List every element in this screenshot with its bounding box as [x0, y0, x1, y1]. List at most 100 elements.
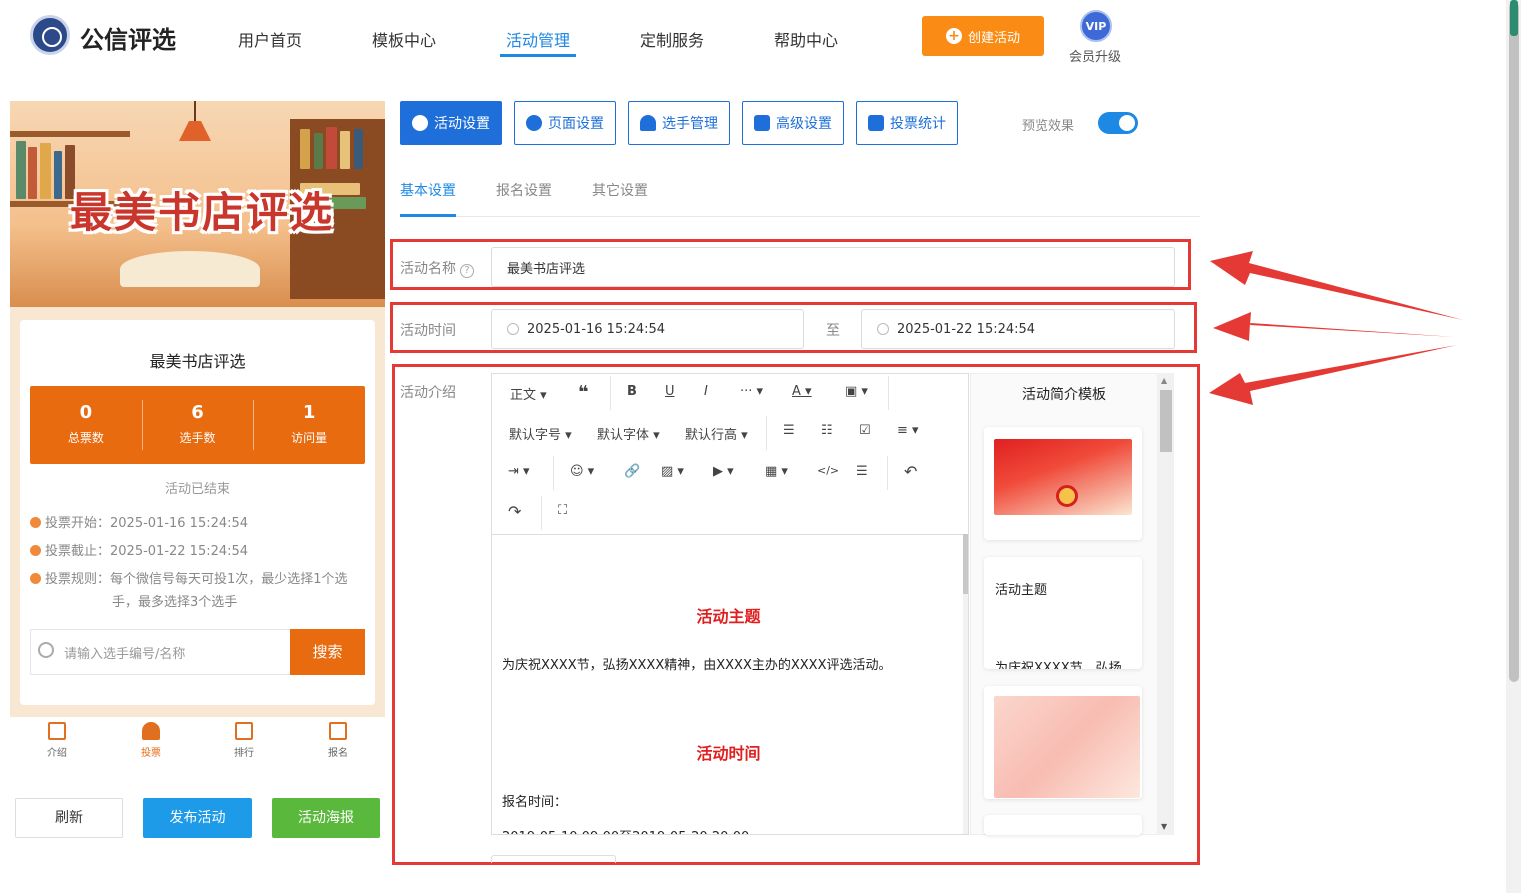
tab-vote[interactable]: 投票 — [121, 722, 181, 759]
font-family-select[interactable]: 默认字体 ▾ — [597, 424, 660, 443]
vip-icon[interactable]: VIP — [1080, 10, 1112, 42]
subtab-other[interactable]: 其它设置 — [592, 180, 648, 200]
video-icon[interactable]: ▶ ▾ — [713, 464, 734, 479]
font-size-select[interactable]: 默认字号 ▾ — [509, 424, 572, 443]
help-icon[interactable]: ? — [460, 264, 474, 278]
image-icon[interactable]: ▨ ▾ — [661, 464, 684, 479]
time-separator: 至 — [826, 323, 840, 339]
template-card[interactable] — [984, 815, 1142, 835]
tab-vote-statistics[interactable]: 投票统计 — [856, 101, 958, 145]
lamp-icon — [179, 101, 211, 141]
nav-home[interactable]: 用户首页 — [238, 27, 302, 51]
clock-icon — [30, 517, 41, 528]
stats-panel: 0 总票数 6 选手数 1 访问量 — [30, 386, 365, 464]
todo-list-icon[interactable]: ☑ — [859, 423, 871, 438]
subtab-basic[interactable]: 基本设置 — [400, 180, 456, 200]
create-activity-button[interactable]: + 创建活动 — [922, 16, 1044, 56]
search-icon — [38, 642, 54, 658]
gear-icon — [526, 115, 542, 131]
nav-help[interactable]: 帮助中心 — [774, 27, 838, 51]
refresh-button[interactable]: 刷新 — [15, 798, 123, 838]
quote-icon[interactable]: ❝ — [578, 382, 589, 403]
editor-content[interactable]: 活动主题 为庆祝XXXX节，弘扬XXXX精神，由XXXX主办的XXXX评选活动。… — [492, 534, 965, 834]
toolbar-divider — [888, 376, 889, 410]
stat-contestants: 6 选手数 — [141, 386, 254, 464]
arrow-to-name — [1210, 251, 1463, 320]
toolbar-divider — [766, 416, 767, 450]
emoji-icon[interactable]: ☺ ▾ — [570, 464, 594, 479]
clock-icon — [30, 545, 41, 556]
numbered-list-icon[interactable]: ☷ — [821, 423, 833, 438]
font-color-icon[interactable]: A ▾ — [792, 384, 812, 399]
more-icon[interactable]: ··· ▾ — [740, 384, 763, 399]
subtab-divider — [400, 216, 1200, 217]
end-time-input[interactable]: 2025-01-22 15:24:54 — [861, 309, 1175, 349]
bar-chart-icon — [868, 115, 884, 131]
tab-activity-settings[interactable]: 活动设置 — [400, 101, 502, 145]
nav-templates[interactable]: 模板中心 — [372, 27, 436, 51]
scroll-up-icon[interactable]: ▲ — [1161, 376, 1167, 385]
indent-icon[interactable]: ⇥ ▾ — [508, 464, 530, 479]
tab-intro[interactable]: 介绍 — [27, 722, 87, 759]
tab-ranking[interactable]: 排行 — [214, 722, 274, 759]
search-button[interactable]: 搜索 — [290, 629, 365, 675]
table-icon[interactable]: ▦ ▾ — [765, 464, 788, 479]
page-scrollbar-accent — [1510, 0, 1518, 36]
tab-contestant-management[interactable]: 选手管理 — [628, 101, 730, 145]
emblem-icon — [1056, 485, 1078, 507]
bullet-list-icon[interactable]: ☰ — [783, 423, 795, 438]
tab-advanced-settings[interactable]: 高级设置 — [742, 101, 844, 145]
vote-start-info: 投票开始：2025-01-16 15:24:54 — [30, 513, 248, 535]
banner-title: 最美书店评选 — [70, 188, 335, 237]
annotation-arrows — [1209, 251, 1463, 405]
align-icon[interactable]: ≡ ▾ — [897, 423, 919, 438]
content-heading-time: 活动时间 — [696, 744, 761, 763]
vip-upgrade-link[interactable]: 会员升级 — [1069, 46, 1121, 65]
scroll-down-icon[interactable]: ▼ — [1161, 822, 1167, 831]
redo-icon[interactable]: ↷ — [508, 502, 521, 521]
nav-activity-management[interactable]: 活动管理 — [506, 27, 570, 51]
paragraph-select[interactable]: 正文 ▾ — [510, 384, 547, 403]
template-card[interactable] — [984, 427, 1142, 540]
activity-name-input[interactable]: 最美书店评选 — [491, 247, 1175, 287]
brand-name[interactable]: 公信评选 — [80, 20, 176, 55]
user-icon — [142, 722, 160, 740]
toolbar-divider — [610, 376, 611, 410]
next-field-edge — [491, 855, 616, 863]
content-paragraph: 2019-05-10 09:00至2019-05-20 20:00 — [502, 826, 749, 834]
template-card[interactable]: 活动主题 为庆祝XXXX节，弘扬 — [984, 557, 1142, 669]
link-icon[interactable]: 🔗 — [624, 464, 640, 479]
template-card[interactable] — [984, 686, 1142, 799]
italic-icon[interactable]: I — [704, 384, 708, 399]
bold-icon[interactable]: B — [627, 384, 637, 399]
editor-scrollbar-thumb[interactable] — [963, 534, 968, 594]
preview-toggle-label: 预览效果 — [1022, 119, 1075, 134]
arrow-to-intro — [1209, 345, 1457, 405]
underline-icon[interactable]: U — [665, 384, 675, 399]
publish-button[interactable]: 发布活动 — [143, 798, 252, 838]
activity-name-label: 活动名称? — [400, 258, 474, 278]
tab-page-settings[interactable]: 页面设置 — [514, 101, 616, 145]
brand-logo[interactable] — [30, 15, 70, 55]
fullscreen-icon[interactable]: ⛶ — [558, 503, 567, 518]
divider-line-icon[interactable]: ☰ — [856, 464, 868, 479]
page-scrollbar-thumb[interactable] — [1509, 2, 1519, 682]
nav-custom-service[interactable]: 定制服务 — [640, 27, 704, 51]
create-activity-label: 创建活动 — [967, 30, 1020, 46]
background-color-icon[interactable]: ▣ ▾ — [845, 384, 868, 399]
undo-icon[interactable]: ↶ — [904, 462, 917, 481]
code-icon[interactable]: </> — [817, 464, 839, 477]
content-heading-theme: 活动主题 — [696, 607, 761, 626]
vote-end-info: 投票截止：2025-01-22 15:24:54 — [30, 541, 248, 563]
tab-register[interactable]: 报名 — [308, 722, 368, 759]
ranking-icon — [235, 722, 253, 740]
users-icon — [640, 115, 656, 131]
template-scrollbar-thumb[interactable] — [1160, 390, 1172, 452]
line-height-select[interactable]: 默认行高 ▾ — [685, 424, 748, 443]
poster-button[interactable]: 活动海报 — [272, 798, 380, 838]
arrow-to-time — [1213, 312, 1455, 341]
start-time-input[interactable]: 2025-01-16 15:24:54 — [491, 309, 804, 349]
preview-toggle[interactable] — [1098, 112, 1138, 134]
subtab-registration[interactable]: 报名设置 — [496, 180, 552, 200]
stat-visits: 1 访问量 — [253, 386, 365, 464]
